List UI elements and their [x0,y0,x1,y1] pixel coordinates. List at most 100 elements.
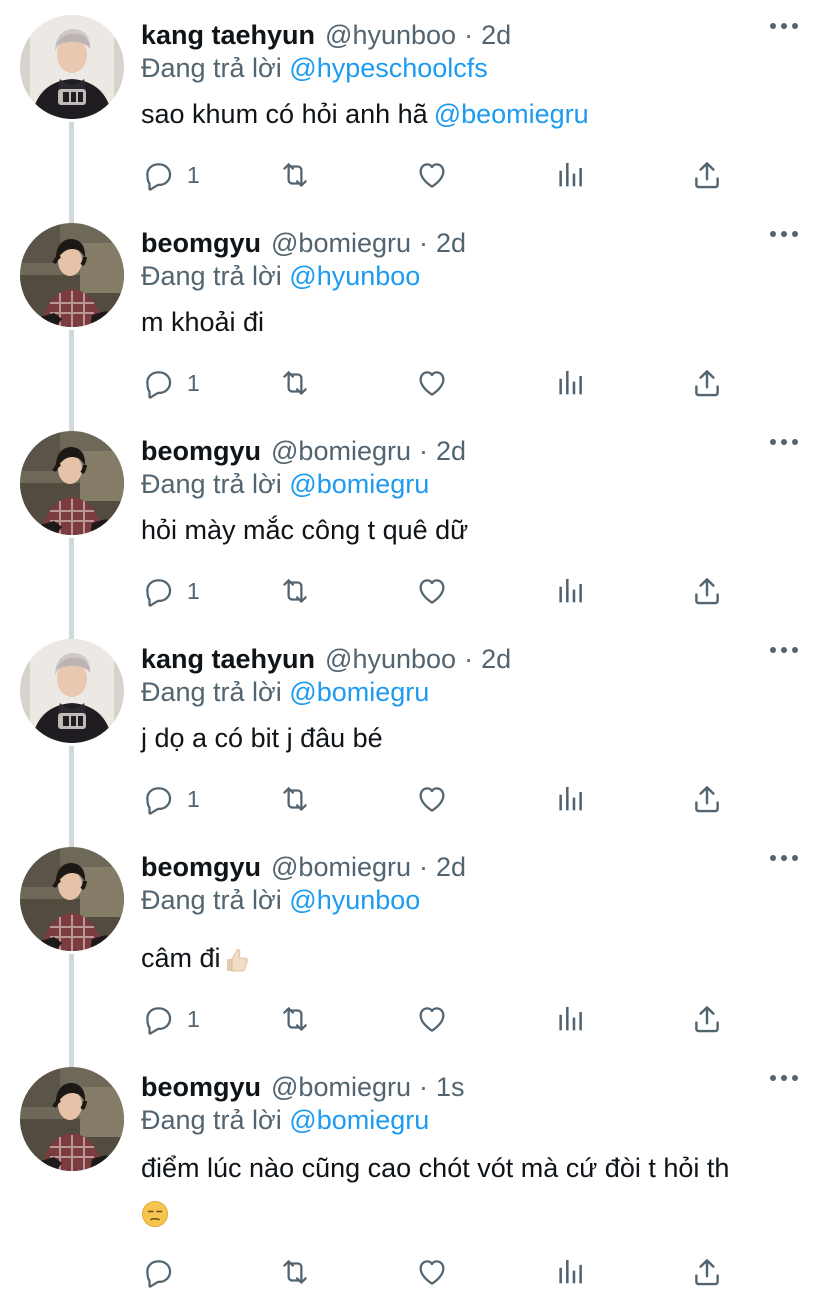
display-name[interactable]: beomgyu [141,436,261,467]
replying-to-label: Đang trả lời [141,469,282,499]
tweet-text: m khoải đi [141,301,811,343]
share-icon [690,366,724,400]
avatar-image [20,1067,124,1171]
more-icon[interactable] [770,647,798,653]
avatar[interactable] [20,223,124,327]
share-icon [690,782,724,816]
avatar[interactable] [20,639,124,743]
reply-button[interactable]: 1 [141,571,200,611]
views-button[interactable] [553,363,587,403]
reply-button[interactable]: 1 [141,779,200,819]
share-button[interactable] [690,779,724,819]
replying-to: Đang trả lời @hypeschoolcfs [141,53,488,84]
avatar-image [20,15,124,119]
more-icon[interactable] [770,23,798,29]
timestamp[interactable]: 2d [481,644,511,675]
retweet-button[interactable] [278,155,312,195]
views-button[interactable] [553,155,587,195]
tweet-text: sao khum có hỏi anh hã @beomiegru [141,93,811,135]
replying-to-mention[interactable]: @hyunboo [289,261,420,291]
like-button[interactable] [415,363,449,403]
reply-icon [141,782,175,816]
tweet-text-body: sao khum có hỏi anh hã [141,99,428,129]
display-name[interactable]: beomgyu [141,852,261,883]
more-icon[interactable] [770,439,798,445]
display-name[interactable]: kang taehyun [141,20,315,51]
avatar[interactable] [20,847,124,951]
separator-dot: · [419,851,428,882]
share-button[interactable] [690,363,724,403]
tweet-text-body: điểm lúc nào cũng cao chót vót mà cứ đòi… [141,1153,730,1183]
reply-icon [141,366,175,400]
tweet-actions: 1 [141,779,741,819]
share-button[interactable] [690,999,724,1039]
more-icon[interactable] [770,855,798,861]
views-button[interactable] [553,571,587,611]
views-icon [553,782,587,816]
retweet-button[interactable] [278,1252,312,1292]
user-handle[interactable]: @bomiegru [271,228,411,259]
heart-icon [415,782,449,816]
reply-button[interactable] [141,1252,187,1292]
more-icon[interactable] [770,231,798,237]
timestamp[interactable]: 2d [436,228,466,259]
retweet-button[interactable] [278,363,312,403]
reply-count: 1 [187,369,200,396]
timestamp[interactable]: 1s [436,1072,465,1103]
timestamp[interactable]: 2d [436,436,466,467]
views-icon [553,158,587,192]
user-handle[interactable]: @bomiegru [271,436,411,467]
retweet-icon [278,574,312,608]
replying-to-mention[interactable]: @hypeschoolcfs [289,53,488,83]
more-icon[interactable] [770,1075,798,1081]
reply-button[interactable]: 1 [141,363,200,403]
timestamp[interactable]: 2d [436,852,466,883]
avatar[interactable] [20,15,124,119]
avatar[interactable] [20,1067,124,1171]
replying-to: Đang trả lời @hyunboo [141,885,420,916]
separator-dot: · [464,19,474,50]
tweet-header: beomgyu @bomiegru · 1s [141,1067,465,1107]
share-button[interactable] [690,571,724,611]
share-button[interactable] [690,1252,724,1292]
retweet-button[interactable] [278,571,312,611]
user-handle[interactable]: @bomiegru [271,852,411,883]
like-button[interactable] [415,1252,449,1292]
tweet-text-mention[interactable]: @beomiegru [434,99,589,129]
share-button[interactable] [690,155,724,195]
replying-to-mention[interactable]: @bomiegru [289,1105,429,1135]
tweet-header: beomgyu @bomiegru · 2d [141,431,466,471]
timestamp[interactable]: 2d [481,20,511,51]
tweet-text: câm đi [141,937,811,979]
reply-button[interactable]: 1 [141,155,200,195]
user-handle[interactable]: @hyunboo [325,644,456,675]
views-button[interactable] [553,779,587,819]
retweet-button[interactable] [278,779,312,819]
replying-to: Đang trả lời @bomiegru [141,677,429,708]
display-name[interactable]: beomgyu [141,1072,261,1103]
views-button[interactable] [553,1252,587,1292]
like-button[interactable] [415,571,449,611]
user-handle[interactable]: @bomiegru [271,1072,411,1103]
display-name[interactable]: kang taehyun [141,644,315,675]
replying-to: Đang trả lời @bomiegru [141,1105,429,1136]
tweet-text-body: hỏi mày mắc công t quê dữ [141,515,469,545]
user-handle[interactable]: @hyunboo [325,20,456,51]
replying-to-mention[interactable]: @hyunboo [289,885,420,915]
like-button[interactable] [415,999,449,1039]
replying-to-mention[interactable]: @bomiegru [289,469,429,499]
avatar[interactable] [20,431,124,535]
separator-dot: · [419,227,428,258]
separator-dot: · [419,1071,428,1102]
reply-button[interactable]: 1 [141,999,200,1039]
replying-to-mention[interactable]: @bomiegru [289,677,429,707]
avatar-image [20,847,124,951]
views-button[interactable] [553,999,587,1039]
display-name[interactable]: beomgyu [141,228,261,259]
like-button[interactable] [415,779,449,819]
views-icon [553,574,587,608]
retweet-button[interactable] [278,999,312,1039]
views-icon [553,1002,587,1036]
reply-count: 1 [187,577,200,604]
like-button[interactable] [415,155,449,195]
